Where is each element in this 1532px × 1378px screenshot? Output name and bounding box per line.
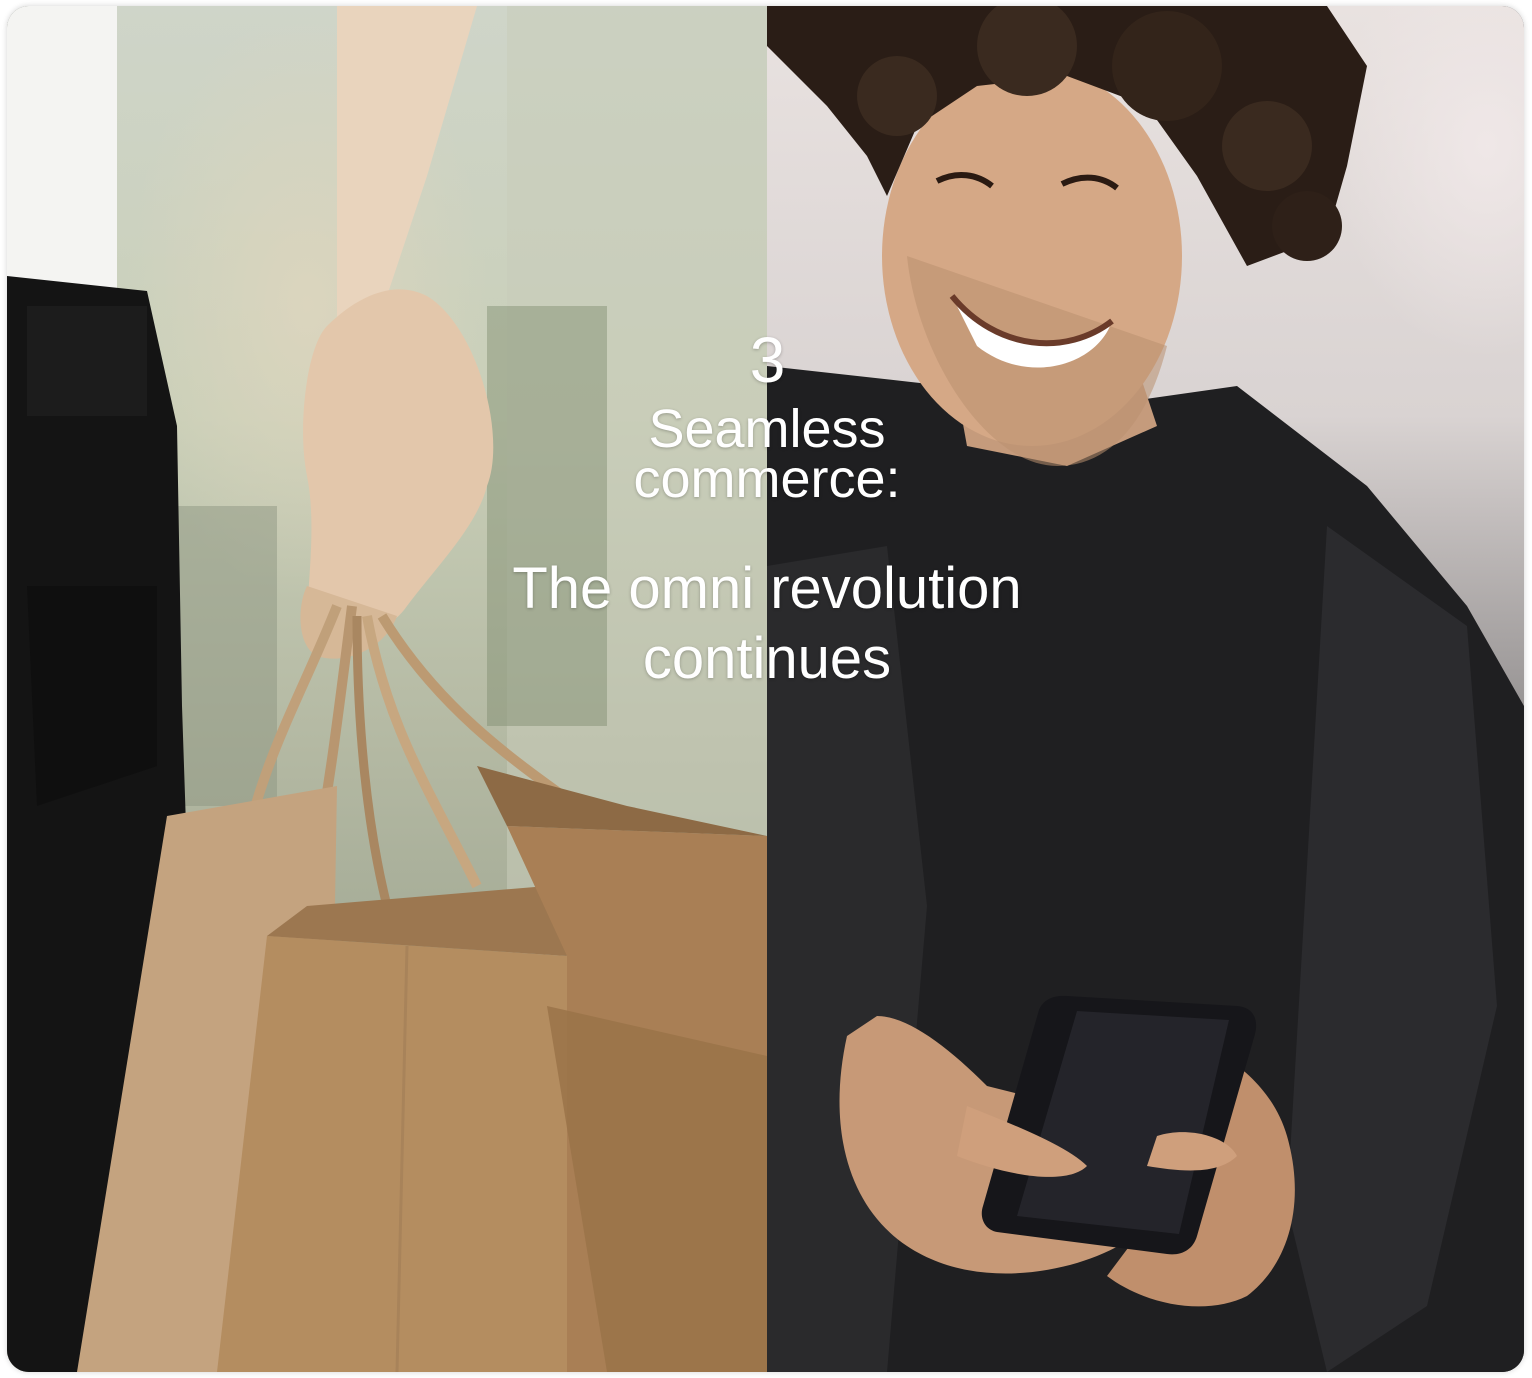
step-number: 3 bbox=[749, 324, 786, 396]
subtitle: The omni revolution continues bbox=[397, 554, 1137, 694]
promo-card[interactable]: 3 Seamless commerce: The omni revolution… bbox=[7, 6, 1524, 1372]
headline: 3 Seamless commerce: The omni revolution… bbox=[397, 324, 1137, 694]
title-line-2: commerce: bbox=[633, 449, 901, 509]
subtitle-line-2: continues bbox=[642, 626, 892, 691]
subtitle-line-1: The omni revolution bbox=[512, 556, 1022, 621]
title-line-1: Seamless bbox=[648, 399, 886, 459]
